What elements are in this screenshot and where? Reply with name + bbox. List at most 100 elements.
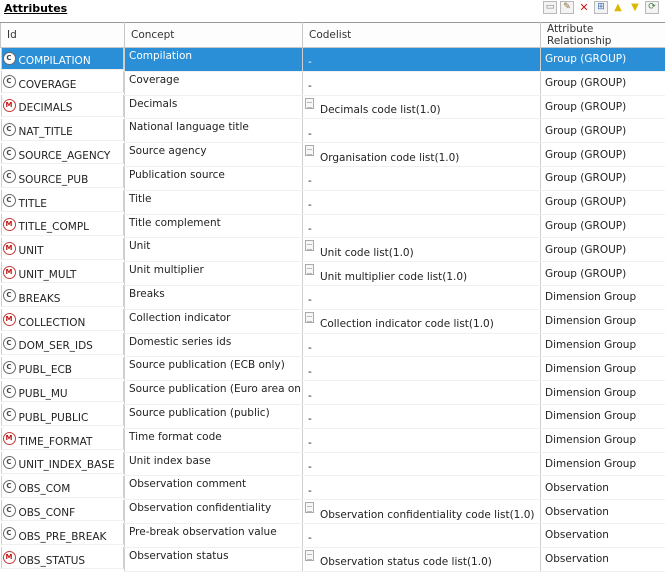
cell-concept[interactable]: Domestic series ids <box>125 333 303 357</box>
cell-id[interactable]: MTIME_FORMAT <box>1 428 125 450</box>
cell-relationship[interactable]: Group (GROUP) <box>541 71 665 95</box>
cell-id[interactable]: COBS_PRE_BREAK <box>1 523 125 545</box>
cell-relationship[interactable]: Dimension Group <box>541 404 665 428</box>
up-icon[interactable]: ▲ <box>611 1 625 14</box>
cell-id[interactable]: CPUBL_ECB <box>1 357 125 379</box>
cell-relationship[interactable]: Observation <box>541 476 665 500</box>
cell-codelist[interactable]: - <box>303 166 541 190</box>
table-row[interactable]: CNAT_TITLENational language title-Group … <box>1 119 665 143</box>
cell-codelist[interactable]: Unit code list(1.0) <box>303 238 541 262</box>
table-row[interactable]: MTIME_FORMATTime format code-Dimension G… <box>1 428 665 452</box>
table-row[interactable]: COBS_COMObservation comment-Observation <box>1 476 665 500</box>
cell-id[interactable]: CCOVERAGE <box>1 71 125 93</box>
table-row[interactable]: CSOURCE_PUBPublication source-Group (GRO… <box>1 166 665 190</box>
cell-id[interactable]: CPUBL_MU <box>1 381 125 403</box>
cell-id[interactable]: CDOM_SER_IDS <box>1 333 125 355</box>
cell-concept[interactable]: Title <box>125 190 303 214</box>
table-row[interactable]: MUNITUnitUnit code list(1.0)Group (GROUP… <box>1 238 665 262</box>
cell-concept[interactable]: Observation comment <box>125 476 303 500</box>
cell-codelist[interactable]: Observation confidentiality code list(1.… <box>303 500 541 524</box>
delete-icon[interactable]: ✕ <box>577 1 591 14</box>
cell-codelist[interactable]: - <box>303 523 541 547</box>
cell-concept[interactable]: Observation status <box>125 547 303 571</box>
cell-codelist[interactable]: - <box>303 428 541 452</box>
cell-relationship[interactable]: Dimension Group <box>541 285 665 309</box>
new-icon[interactable]: ▭ <box>543 1 557 14</box>
cell-relationship[interactable]: Group (GROUP) <box>541 119 665 143</box>
table-row[interactable]: CPUBL_MUSource publication (Euro area on… <box>1 381 665 405</box>
cell-relationship[interactable]: Observation <box>541 547 665 571</box>
cell-concept[interactable]: Source publication (public) <box>125 404 303 428</box>
cell-concept[interactable]: Unit <box>125 238 303 262</box>
cell-codelist[interactable]: - <box>303 71 541 95</box>
cell-codelist[interactable]: - <box>303 381 541 405</box>
cell-codelist[interactable]: - <box>303 214 541 238</box>
cell-relationship[interactable]: Dimension Group <box>541 381 665 405</box>
cell-id[interactable]: MUNIT <box>1 238 125 260</box>
cell-concept[interactable]: Time format code <box>125 428 303 452</box>
cell-id[interactable]: CSOURCE_AGENCY <box>1 143 125 165</box>
cell-relationship[interactable]: Dimension Group <box>541 428 665 452</box>
cell-codelist[interactable]: - <box>303 285 541 309</box>
cell-id[interactable]: MCOLLECTION <box>1 309 125 331</box>
codelist-name[interactable]: Decimals code list(1.0) <box>307 104 441 116</box>
cell-concept[interactable]: Collection indicator <box>125 309 303 333</box>
cell-id[interactable]: COBS_COM <box>1 476 125 498</box>
cell-relationship[interactable]: Dimension Group <box>541 357 665 381</box>
cell-id[interactable]: CTITLE <box>1 190 125 212</box>
cell-id[interactable]: CPUBL_PUBLIC <box>1 404 125 426</box>
cell-relationship[interactable]: Group (GROUP) <box>541 166 665 190</box>
table-row[interactable]: MTITLE_COMPLTitle complement-Group (GROU… <box>1 214 665 238</box>
table-row[interactable]: COBS_PRE_BREAKPre-break observation valu… <box>1 523 665 547</box>
refresh-icon[interactable]: ⟳ <box>645 1 659 14</box>
table-row[interactable]: CPUBL_ECBSource publication (ECB only)-D… <box>1 357 665 381</box>
tree-icon[interactable]: ⊞ <box>594 1 608 14</box>
cell-id[interactable]: MUNIT_MULT <box>1 262 125 284</box>
cell-id[interactable]: CBREAKS <box>1 285 125 307</box>
cell-concept[interactable]: Coverage <box>125 71 303 95</box>
cell-codelist[interactable]: Collection indicator code list(1.0) <box>303 309 541 333</box>
table-row[interactable]: CSOURCE_AGENCYSource agencyOrganisation … <box>1 143 665 167</box>
column-header-id[interactable]: Id <box>1 23 125 48</box>
cell-concept[interactable]: Source publication (Euro area only <box>125 381 303 405</box>
cell-id[interactable]: CNAT_TITLE <box>1 119 125 141</box>
cell-codelist[interactable]: Decimals code list(1.0) <box>303 95 541 119</box>
cell-concept[interactable]: Source publication (ECB only) <box>125 357 303 381</box>
cell-relationship[interactable]: Observation <box>541 523 665 547</box>
cell-id[interactable]: CSOURCE_PUB <box>1 166 125 188</box>
cell-relationship[interactable]: Group (GROUP) <box>541 143 665 167</box>
table-row[interactable]: CDOM_SER_IDSDomestic series ids-Dimensio… <box>1 333 665 357</box>
column-header-concept[interactable]: Concept <box>125 23 303 48</box>
cell-id[interactable]: MTITLE_COMPL <box>1 214 125 236</box>
cell-codelist[interactable]: - <box>303 190 541 214</box>
cell-codelist[interactable]: - <box>303 476 541 500</box>
table-row[interactable]: MUNIT_MULTUnit multiplierUnit multiplier… <box>1 262 665 286</box>
table-row[interactable]: CCOVERAGECoverage-Group (GROUP) <box>1 71 665 95</box>
column-header-codelist[interactable]: Codelist <box>303 23 541 48</box>
cell-relationship[interactable]: Group (GROUP) <box>541 48 665 72</box>
cell-id[interactable]: CCOMPILATION <box>1 48 125 70</box>
table-row[interactable]: CPUBL_PUBLICSource publication (public)-… <box>1 404 665 428</box>
cell-relationship[interactable]: Dimension Group <box>541 309 665 333</box>
cell-codelist[interactable]: - <box>303 48 541 72</box>
cell-relationship[interactable]: Group (GROUP) <box>541 238 665 262</box>
cell-concept[interactable]: Publication source <box>125 166 303 190</box>
cell-concept[interactable]: Decimals <box>125 95 303 119</box>
cell-concept[interactable]: Title complement <box>125 214 303 238</box>
cell-relationship[interactable]: Dimension Group <box>541 452 665 476</box>
codelist-name[interactable]: Observation status code list(1.0) <box>307 556 492 568</box>
cell-relationship[interactable]: Group (GROUP) <box>541 190 665 214</box>
cell-id[interactable]: COBS_CONF <box>1 500 125 522</box>
table-row[interactable]: COBS_CONFObservation confidentialityObse… <box>1 500 665 524</box>
table-row[interactable]: CTITLETitle-Group (GROUP) <box>1 190 665 214</box>
cell-concept[interactable]: Source agency <box>125 143 303 167</box>
cell-relationship[interactable]: Dimension Group <box>541 333 665 357</box>
cell-concept[interactable]: Pre-break observation value <box>125 523 303 547</box>
cell-id[interactable]: MOBS_STATUS <box>1 547 125 569</box>
cell-concept[interactable]: Observation confidentiality <box>125 500 303 524</box>
table-row[interactable]: CCOMPILATIONCompilation-Group (GROUP) <box>1 48 665 72</box>
cell-id[interactable]: MDECIMALS <box>1 95 125 117</box>
cell-concept[interactable]: Breaks <box>125 285 303 309</box>
cell-codelist[interactable]: Unit multiplier code list(1.0) <box>303 262 541 286</box>
codelist-name[interactable]: Unit multiplier code list(1.0) <box>307 271 467 283</box>
